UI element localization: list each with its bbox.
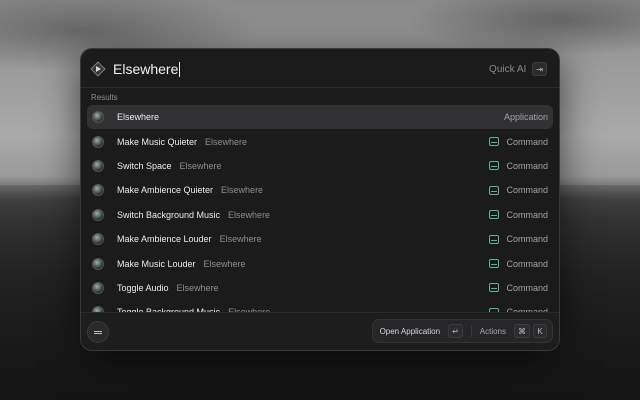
result-title: Switch Space xyxy=(117,160,172,171)
search-bar: Elsewhere Quick AI ⇥ xyxy=(81,49,559,89)
quick-ai-button[interactable]: Quick AI ⇥ xyxy=(489,62,547,76)
result-type: Command xyxy=(489,276,548,300)
result-type-label: Command xyxy=(506,185,548,196)
menu-icon xyxy=(94,330,102,335)
command-icon xyxy=(489,283,500,293)
result-row[interactable]: Make Ambience Quieter Elsewhere Command xyxy=(87,178,553,202)
command-icon xyxy=(489,185,500,195)
menu-button[interactable] xyxy=(87,321,109,343)
results-section-label: Results xyxy=(91,93,118,102)
result-title: Make Music Quieter xyxy=(117,136,198,147)
elsewhere-app-icon xyxy=(92,135,104,148)
elsewhere-app-icon xyxy=(92,111,104,124)
elsewhere-app-icon xyxy=(92,233,104,246)
result-subtitle: Elsewhere xyxy=(176,282,219,293)
result-type-label: Application xyxy=(503,112,548,123)
result-type: Application xyxy=(504,105,548,129)
result-row[interactable]: Switch Background Music Elsewhere Command xyxy=(87,203,553,227)
result-title: Toggle Audio xyxy=(117,282,169,293)
result-row[interactable]: Toggle Audio Elsewhere Command xyxy=(87,276,553,300)
result-row[interactable]: Make Music Quieter Elsewhere Command xyxy=(87,129,553,153)
elsewhere-app-icon xyxy=(92,159,104,172)
result-subtitle: Elsewhere xyxy=(219,234,262,245)
launcher-window: Elsewhere Quick AI ⇥ Results Elsewhere Ap… xyxy=(80,48,560,351)
elsewhere-app-icon xyxy=(92,257,104,270)
elsewhere-app-icon xyxy=(92,208,104,221)
result-row[interactable]: Switch Space Elsewhere Command xyxy=(87,154,553,178)
elsewhere-app-icon xyxy=(92,281,104,294)
result-subtitle: Elsewhere xyxy=(221,185,264,196)
result-subtitle: Elsewhere xyxy=(179,160,222,171)
k-key-icon: K xyxy=(533,324,547,338)
command-icon xyxy=(489,210,500,220)
result-title: Elsewhere xyxy=(117,112,160,123)
result-title: Switch Background Music xyxy=(117,209,221,220)
search-input[interactable]: Elsewhere xyxy=(113,59,181,79)
result-type-label: Command xyxy=(506,136,548,147)
result-type: Command xyxy=(489,178,548,202)
result-title: Make Ambience Quieter xyxy=(117,185,214,196)
result-type: Command xyxy=(489,251,548,275)
result-type-label: Command xyxy=(506,160,548,171)
command-icon xyxy=(489,234,500,244)
result-type: Command xyxy=(489,203,548,227)
result-row[interactable]: Make Ambience Louder Elsewhere Command xyxy=(87,227,553,251)
actions-shortcut: ⌘ K xyxy=(514,324,547,338)
text-caret xyxy=(179,61,181,77)
quick-ai-label: Quick AI xyxy=(489,63,527,75)
result-type-label: Command xyxy=(506,234,548,245)
command-icon xyxy=(489,161,500,171)
search-divider xyxy=(81,87,559,88)
result-subtitle: Elsewhere xyxy=(203,258,246,269)
result-subtitle: Elsewhere xyxy=(205,136,248,147)
result-type-label: Command xyxy=(506,282,548,293)
tab-key-icon: ⇥ xyxy=(532,62,547,76)
search-query-text: Elsewhere xyxy=(113,61,179,77)
result-type-label: Command xyxy=(506,209,548,220)
actions-button[interactable]: Actions xyxy=(480,327,506,336)
result-type: Command xyxy=(489,129,548,153)
result-row[interactable]: Elsewhere Application xyxy=(87,105,553,130)
result-subtitle: Elsewhere xyxy=(228,209,271,220)
app-logo-icon xyxy=(90,61,106,77)
footer-actions: Open Application ↵ Actions ⌘ K xyxy=(371,319,553,343)
result-title: Make Music Louder xyxy=(117,258,196,269)
footer-separator xyxy=(470,325,472,337)
command-key-icon: ⌘ xyxy=(514,324,530,338)
result-type-label: Command xyxy=(506,258,548,269)
results-list: Elsewhere Application Make Music Quieter El… xyxy=(87,105,553,325)
open-application-button[interactable]: Open Application xyxy=(380,327,441,336)
return-key-icon: ↵ xyxy=(448,324,463,338)
command-icon xyxy=(489,259,500,269)
result-title: Make Ambience Louder xyxy=(117,234,212,245)
command-icon xyxy=(489,137,500,147)
footer-bar: Open Application ↵ Actions ⌘ K xyxy=(81,312,559,350)
elsewhere-app-icon xyxy=(92,184,104,197)
result-type: Command xyxy=(489,154,548,178)
result-row[interactable]: Make Music Louder Elsewhere Command xyxy=(87,251,553,275)
result-type: Command xyxy=(489,227,548,251)
